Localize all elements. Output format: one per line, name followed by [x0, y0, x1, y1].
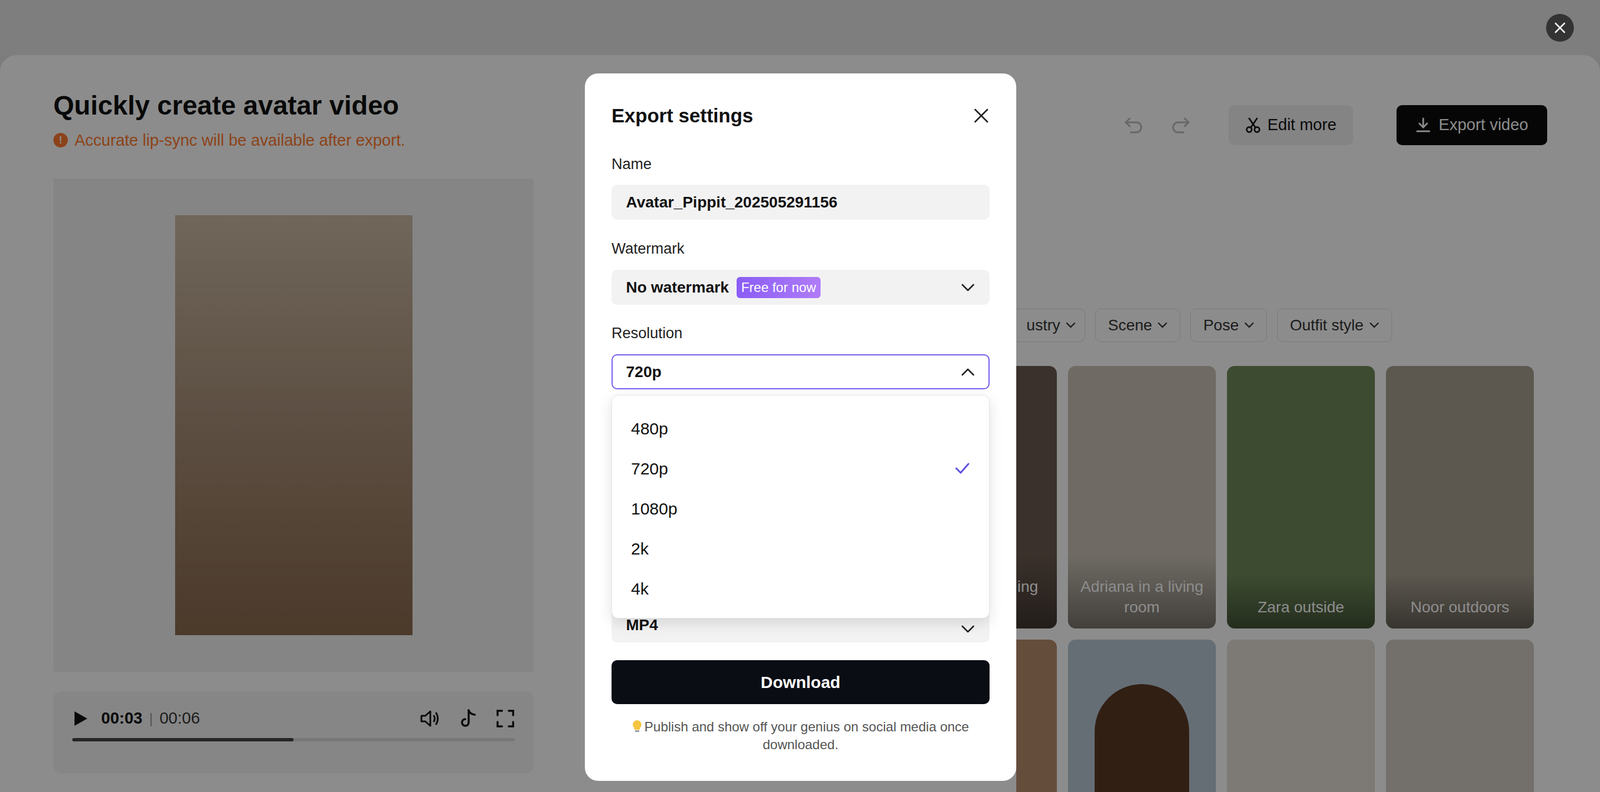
- chevron-icon: [960, 367, 976, 377]
- close-icon: [1553, 21, 1567, 34]
- watermark-dropdown[interactable]: No watermark Free for now: [611, 269, 990, 305]
- resolution-options: 480p720p1080p2k4k: [611, 394, 990, 619]
- close-icon[interactable]: [972, 107, 990, 124]
- lightbulb-icon: [632, 719, 643, 733]
- resolution-option[interactable]: 2k: [612, 528, 990, 569]
- chevron-down-icon: [960, 282, 976, 292]
- resolution-label: Resolution: [611, 324, 990, 342]
- footer-note: Publish and show off your genius on soci…: [630, 717, 971, 754]
- download-button[interactable]: Download: [611, 659, 990, 704]
- free-badge: Free for now: [736, 276, 821, 298]
- resolution-option[interactable]: 720p: [612, 448, 990, 489]
- close-window-button[interactable]: [1546, 13, 1574, 42]
- name-field[interactable]: Avatar_Pippit_202505291156: [611, 184, 990, 220]
- resolution-option[interactable]: 4k: [612, 568, 990, 609]
- watermark-label: Watermark: [611, 239, 990, 258]
- check-icon: [954, 461, 971, 475]
- export-settings-dialog: Export settings Name Avatar_Pippit_20250…: [584, 73, 1017, 781]
- dialog-title: Export settings: [611, 103, 754, 128]
- chevron-down-icon: [960, 624, 976, 634]
- resolution-dropdown[interactable]: 720p: [611, 354, 990, 390]
- name-label: Name: [611, 155, 990, 173]
- resolution-option[interactable]: 1080p: [612, 488, 990, 529]
- resolution-option[interactable]: 480p: [612, 408, 990, 449]
